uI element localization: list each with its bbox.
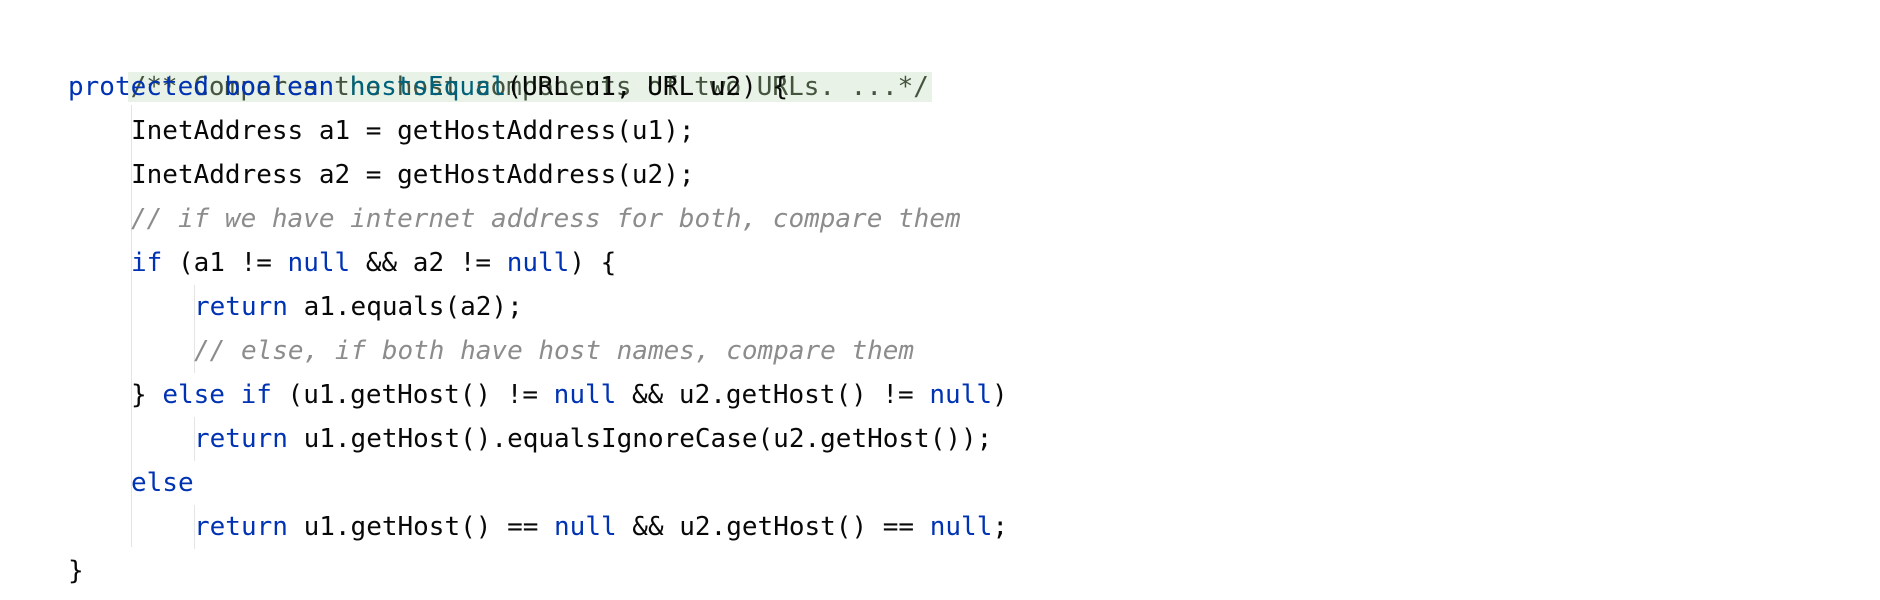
code-line-if[interactable]: if (a1 != null && a2 != null) { (131, 241, 616, 285)
code-line-doc-comment[interactable]: /** Compares the host components of two … (68, 21, 932, 102)
code-line-comment-both[interactable]: // if we have internet address for both,… (131, 197, 961, 241)
code-line-decl-a1[interactable]: InetAddress a1 = getHostAddress(u1); (131, 109, 695, 153)
keyword-null: null (287, 248, 351, 278)
code-text: u1.getHost() == (287, 512, 555, 542)
keyword-null: null (929, 512, 993, 542)
code-text: (a1 != (162, 248, 288, 278)
code-text: ) (992, 380, 1008, 410)
code-text: InetAddress a1 = getHostAddress(u1); (131, 116, 695, 146)
method-name: hostsEqual (349, 72, 507, 102)
code-text: InetAddress a2 = getHostAddress(u2); (131, 160, 695, 190)
code-text: u1.getHost().equalsIgnoreCase(u2.getHost… (287, 424, 993, 454)
code-editor[interactable]: /** Compares the host components of two … (0, 0, 1880, 600)
code-line-return-equals[interactable]: return a1.equals(a2); (194, 285, 523, 329)
keyword-if: if (240, 380, 272, 410)
keyword-null: null (929, 380, 992, 410)
code-text: } (131, 380, 163, 410)
code-text: && u2.getHost() != (616, 380, 930, 410)
keyword-null: null (554, 512, 617, 542)
keyword-else: else (131, 468, 194, 498)
keyword-return: return (194, 512, 288, 542)
code-line-comment-else[interactable]: // else, if both have host names, compar… (194, 329, 914, 373)
code-line-method-signature[interactable]: protected boolean hostsEqual(URL u1, URL… (68, 65, 788, 109)
code-text: && u2.getHost() == (616, 512, 930, 542)
keyword-null: null (553, 380, 617, 410)
code-line-else[interactable]: else (131, 461, 194, 505)
code-line-return-null-check[interactable]: return u1.getHost() == null && u2.getHos… (194, 505, 1008, 549)
keyword-if: if (131, 248, 163, 278)
keyword-protected: protected (68, 72, 209, 102)
code-text: ) { (569, 248, 617, 278)
code-text: a1.equals(a2); (287, 292, 523, 322)
code-text: (u1.getHost() != (271, 380, 554, 410)
keyword-else: else (162, 380, 225, 410)
code-text: ; (992, 512, 1009, 542)
code-line-method-close[interactable]: } (68, 549, 84, 593)
code-line-return-ignorecase[interactable]: return u1.getHost().equalsIgnoreCase(u2.… (194, 417, 992, 461)
keyword-null: null (506, 248, 570, 278)
line-comment: // if we have internet address for both,… (131, 204, 961, 234)
keyword-return: return (194, 292, 288, 322)
keyword-boolean: boolean (224, 72, 335, 102)
code-line-else-if[interactable]: } else if (u1.getHost() != null && u2.ge… (131, 373, 1008, 417)
line-comment: // else, if both have host names, compar… (194, 336, 915, 366)
method-params: (URL u1, URL u2) { (506, 72, 789, 102)
closing-brace: } (68, 556, 84, 586)
code-line-decl-a2[interactable]: InetAddress a2 = getHostAddress(u2); (131, 153, 695, 197)
keyword-return: return (194, 424, 288, 454)
code-text: && a2 != (350, 248, 507, 278)
